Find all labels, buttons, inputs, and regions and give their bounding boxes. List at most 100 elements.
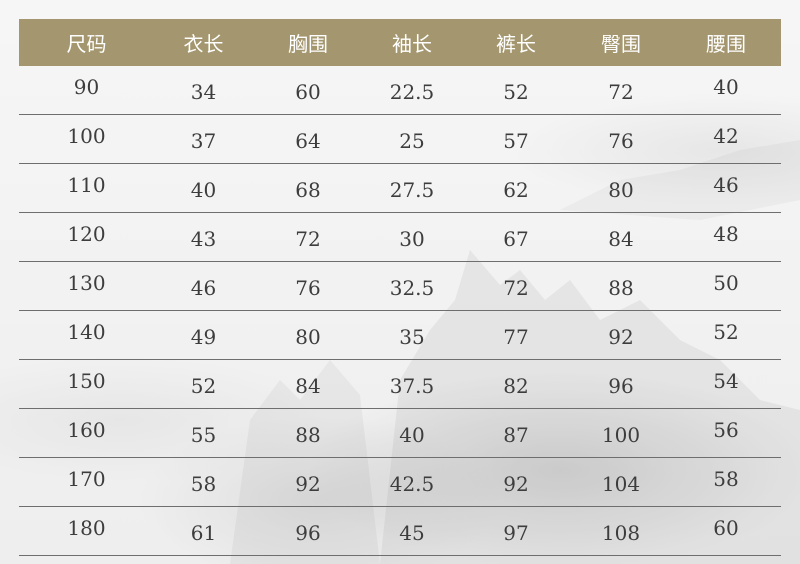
cell-value: 34 bbox=[190, 80, 217, 104]
cell-value: 96 bbox=[295, 521, 321, 545]
cell-garment-length: 49 bbox=[154, 323, 253, 349]
cell-sleeve-length: 30 bbox=[363, 225, 461, 251]
table-row: 100 37 64 25 57 76 42 bbox=[19, 115, 781, 164]
cell-value: 56 bbox=[713, 418, 739, 442]
cell-value: 43 bbox=[190, 227, 217, 251]
cell-chest: 92 bbox=[253, 470, 363, 496]
cell-garment-length: 34 bbox=[154, 78, 253, 104]
cell-value: 40 bbox=[713, 75, 739, 99]
cell-value: 62 bbox=[503, 178, 529, 202]
table-row: 120 43 72 30 67 84 48 bbox=[19, 213, 781, 262]
cell-sleeve-length: 37.5 bbox=[363, 372, 461, 398]
size-chart-body: 90 34 60 22.5 52 72 40 100 37 64 25 57 76 42 110 40 68 27… bbox=[19, 66, 781, 556]
table-row: 180 61 96 45 97 108 60 bbox=[19, 507, 781, 556]
cell-chest: 64 bbox=[253, 127, 363, 153]
table-row: 90 34 60 22.5 52 72 40 bbox=[19, 66, 781, 115]
cell-value: 55 bbox=[190, 423, 217, 447]
cell-size: 160 bbox=[19, 418, 154, 445]
cell-waist: 42 bbox=[671, 124, 781, 151]
cell-sleeve-length: 27.5 bbox=[363, 176, 461, 202]
cell-value: 140 bbox=[67, 320, 106, 344]
cell-hip: 72 bbox=[571, 78, 671, 104]
cell-garment-length: 37 bbox=[154, 127, 253, 153]
cell-chest: 68 bbox=[253, 176, 363, 202]
cell-value: 67 bbox=[503, 227, 529, 251]
cell-size: 110 bbox=[19, 173, 154, 200]
table-row: 110 40 68 27.5 62 80 46 bbox=[19, 164, 781, 213]
cell-value: 61 bbox=[190, 521, 217, 545]
cell-sleeve-length: 32.5 bbox=[363, 274, 461, 300]
cell-value: 72 bbox=[503, 276, 529, 300]
cell-value: 100 bbox=[601, 423, 641, 447]
cell-value: 50 bbox=[713, 271, 739, 295]
cell-value: 160 bbox=[67, 418, 106, 442]
header-sleeve-length: 袖长 bbox=[392, 32, 432, 56]
cell-pants-length: 72 bbox=[461, 274, 571, 300]
cell-sleeve-length: 25 bbox=[363, 127, 461, 153]
cell-value: 76 bbox=[295, 276, 321, 300]
cell-value: 88 bbox=[295, 423, 321, 447]
cell-size: 90 bbox=[19, 75, 154, 102]
cell-sleeve-length: 35 bbox=[363, 323, 461, 349]
cell-value: 82 bbox=[503, 374, 529, 398]
cell-value: 54 bbox=[713, 369, 739, 393]
cell-pants-length: 97 bbox=[461, 519, 571, 545]
cell-hip: 88 bbox=[571, 274, 671, 300]
cell-value: 104 bbox=[601, 472, 641, 496]
cell-value: 32.5 bbox=[389, 276, 435, 300]
cell-value: 30 bbox=[399, 227, 425, 251]
cell-value: 68 bbox=[295, 178, 321, 202]
cell-waist: 50 bbox=[671, 271, 781, 298]
cell-value: 52 bbox=[503, 80, 529, 104]
size-chart-header: 尺码 衣长 胸围 袖长 裤长 臀围 腰围 bbox=[19, 19, 781, 66]
cell-value: 87 bbox=[503, 423, 529, 447]
cell-waist: 40 bbox=[671, 75, 781, 102]
cell-pants-length: 87 bbox=[461, 421, 571, 447]
cell-pants-length: 67 bbox=[461, 225, 571, 251]
cell-sleeve-length: 45 bbox=[363, 519, 461, 545]
size-chart-table: 尺码 衣长 胸围 袖长 裤长 臀围 腰围 90 34 60 22.5 52 72 40 100… bbox=[19, 19, 781, 556]
cell-value: 88 bbox=[608, 276, 634, 300]
header-pants-length: 裤长 bbox=[496, 32, 536, 56]
cell-waist: 46 bbox=[671, 173, 781, 200]
header-size: 尺码 bbox=[66, 32, 107, 56]
cell-size: 140 bbox=[19, 320, 154, 347]
cell-value: 60 bbox=[295, 80, 321, 104]
table-row: 140 49 80 35 77 92 52 bbox=[19, 311, 781, 360]
cell-value: 35 bbox=[399, 325, 425, 349]
cell-value: 92 bbox=[503, 472, 529, 496]
cell-garment-length: 43 bbox=[154, 225, 253, 251]
cell-garment-length: 40 bbox=[154, 176, 253, 202]
cell-waist: 54 bbox=[671, 369, 781, 396]
cell-value: 27.5 bbox=[389, 178, 435, 202]
cell-hip: 100 bbox=[571, 421, 671, 447]
cell-value: 42 bbox=[713, 124, 739, 148]
cell-value: 80 bbox=[295, 325, 321, 349]
cell-value: 60 bbox=[713, 516, 739, 540]
cell-hip: 92 bbox=[571, 323, 671, 349]
cell-sleeve-length: 42.5 bbox=[363, 470, 461, 496]
cell-value: 22.5 bbox=[389, 80, 435, 104]
cell-sleeve-length: 40 bbox=[363, 421, 461, 447]
cell-value: 96 bbox=[608, 374, 634, 398]
cell-garment-length: 55 bbox=[154, 421, 253, 447]
cell-waist: 52 bbox=[671, 320, 781, 347]
cell-value: 72 bbox=[608, 80, 634, 104]
cell-pants-length: 77 bbox=[461, 323, 571, 349]
cell-value: 120 bbox=[67, 222, 106, 246]
cell-value: 72 bbox=[295, 227, 321, 251]
cell-chest: 72 bbox=[253, 225, 363, 251]
cell-value: 52 bbox=[190, 374, 217, 398]
cell-value: 92 bbox=[608, 325, 634, 349]
cell-value: 77 bbox=[503, 325, 529, 349]
cell-size: 100 bbox=[19, 124, 154, 151]
cell-value: 100 bbox=[67, 124, 106, 148]
cell-garment-length: 58 bbox=[154, 470, 253, 496]
cell-hip: 96 bbox=[571, 372, 671, 398]
table-row: 130 46 76 32.5 72 88 50 bbox=[19, 262, 781, 311]
cell-hip: 80 bbox=[571, 176, 671, 202]
header-chest: 胸围 bbox=[288, 32, 328, 56]
cell-value: 64 bbox=[295, 129, 321, 153]
cell-chest: 96 bbox=[253, 519, 363, 545]
cell-value: 97 bbox=[503, 521, 529, 545]
